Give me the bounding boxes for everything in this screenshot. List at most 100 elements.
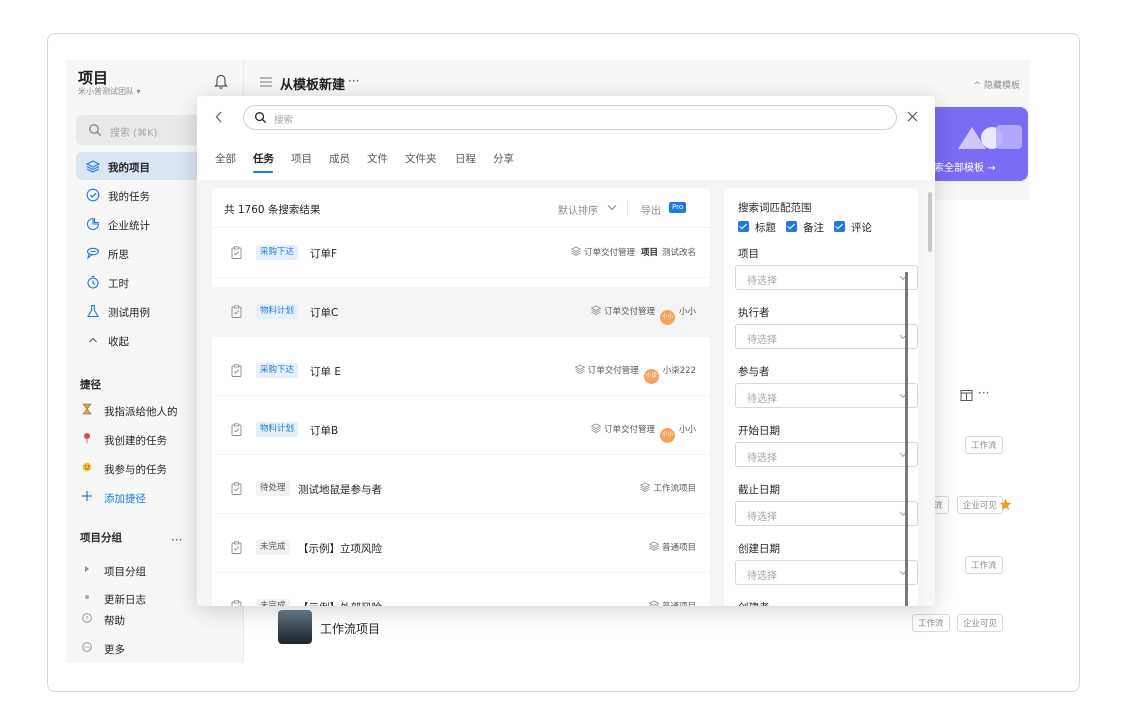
result-project: 订单交付管理	[603, 307, 655, 317]
thought-bubble-icon	[86, 247, 100, 260]
status-badge: 未完成	[256, 540, 290, 555]
more-item[interactable]: 更多	[80, 638, 240, 660]
result-title: 订单C	[310, 307, 339, 319]
scope-title-checkbox[interactable]: 标题	[738, 220, 776, 235]
tab-files[interactable]: 文件	[367, 151, 388, 166]
avatar: 小小	[659, 428, 675, 443]
tab-projects[interactable]: 项目	[291, 151, 312, 166]
scrollbar-thumb[interactable]	[928, 192, 932, 252]
sidebar-search-placeholder: 搜索 (⌘K)	[110, 128, 158, 139]
scope-comments-checkbox[interactable]: 评论	[834, 220, 872, 235]
result-row[interactable]: 待处理 测试地鼠是参与者 工作流项目	[212, 464, 710, 514]
result-row[interactable]: 采购下达 订单F 订单交付管理 项目 测试改名	[212, 228, 710, 278]
bell-icon[interactable]	[214, 74, 228, 90]
plus-icon	[82, 491, 92, 501]
all-templates-card[interactable]: 索全部模板 →	[928, 107, 1028, 181]
results-panel: 共 1760 条搜索结果 默认排序 导出 Pro 采购下达 订单F 订单交付管理 项目…	[212, 188, 710, 606]
menu-icon[interactable]	[260, 77, 272, 87]
header-more-button[interactable]: ···	[348, 74, 359, 88]
filter-label: 截止日期	[738, 484, 780, 496]
select-placeholder: 待选择	[747, 571, 777, 582]
project-tag: 企业可见	[957, 614, 1004, 632]
app: 项目 米小普测试团队 ▾ 搜索 (⌘K) 我的项目 我的任务 企业统计 所思 工…	[66, 60, 1030, 663]
help-item[interactable]: ? 帮助	[80, 609, 240, 631]
hide-templates-button[interactable]: ^ 隐藏模板	[974, 78, 1020, 91]
scope-notes-checkbox[interactable]: 备注	[786, 220, 824, 235]
modal-scrollbar[interactable]	[925, 188, 935, 606]
search-input[interactable]: 搜索	[243, 105, 897, 130]
close-icon[interactable]	[907, 111, 918, 122]
smile-icon	[82, 462, 92, 472]
result-project: 普通项目	[662, 602, 696, 606]
help-icon: ?	[82, 613, 92, 623]
result-row[interactable]: 采购下达 订单 E 订单交付管理 小柒 小柒222	[212, 346, 710, 396]
result-title: 【示例】外部风险	[298, 600, 382, 606]
board-icon[interactable]	[960, 389, 973, 402]
checkbox-icon	[786, 221, 797, 232]
select-placeholder: 待选择	[747, 335, 777, 346]
export-button[interactable]: 导出	[641, 202, 661, 217]
results-header: 共 1760 条搜索结果 默认排序 导出 Pro	[212, 188, 710, 228]
dot-icon	[85, 595, 89, 599]
status-badge: 采购下达	[256, 245, 299, 260]
filter-select[interactable]: 待选择	[735, 560, 918, 585]
filter-select[interactable]: 待选择	[735, 501, 918, 526]
group-label: 项目分组	[104, 566, 146, 578]
back-icon[interactable]	[215, 111, 223, 123]
page-title: 从模板新建	[280, 78, 346, 93]
pin-icon	[84, 433, 90, 444]
active-tab-indicator	[253, 171, 273, 173]
chevron-down-icon[interactable]	[607, 204, 617, 211]
result-row[interactable]: 未完成 【示例】外部风险 普通项目	[212, 582, 710, 606]
panel-scrollbar[interactable]	[905, 272, 908, 606]
filter-label: 开始日期	[738, 425, 780, 437]
tab-all[interactable]: 全部	[215, 151, 236, 166]
filter-label: 创建日期	[738, 543, 780, 555]
groups-more-button[interactable]: ···	[171, 533, 182, 547]
filter-label: 创建者	[738, 600, 770, 606]
project-stack-icon	[574, 364, 585, 374]
nav-label: 我的项目	[108, 162, 150, 174]
task-clipboard-icon	[231, 600, 242, 606]
checkbox-icon	[738, 221, 749, 232]
shortcut-label: 我参与的任务	[104, 464, 167, 476]
result-meta: 订单交付管理 小小 小小	[590, 423, 696, 443]
task-clipboard-icon	[231, 246, 242, 259]
tab-folders[interactable]: 文件夹	[405, 151, 437, 166]
checkbox-label: 标题	[755, 222, 776, 234]
project-name[interactable]: 工作流项目	[320, 620, 380, 637]
checkbox-label: 备注	[803, 222, 824, 234]
stopwatch-icon	[87, 275, 99, 289]
project-tag: 工作流	[912, 614, 950, 632]
filter-select[interactable]: 待选择	[735, 324, 918, 349]
chevron-up-icon	[89, 337, 97, 343]
flask-icon	[87, 304, 99, 318]
task-clipboard-icon	[231, 305, 242, 318]
filter-select[interactable]: 待选择	[735, 442, 918, 467]
tab-members[interactable]: 成员	[329, 151, 350, 166]
nav-label: 企业统计	[108, 220, 150, 232]
tab-tasks[interactable]: 任务	[253, 151, 274, 166]
team-switcher[interactable]: 米小普测试团队 ▾	[78, 86, 141, 97]
tab-schedule[interactable]: 日程	[455, 151, 476, 166]
result-row[interactable]: 物料计划 订单C 订单交付管理 小小 小小	[212, 287, 710, 337]
result-project: 订单交付管理	[583, 248, 635, 258]
result-row[interactable]: 物料计划 订单B 订单交付管理 小小 小小	[212, 405, 710, 455]
result-assignee: 小柒222	[662, 366, 696, 376]
result-keyword: 项目	[640, 248, 658, 258]
star-icon[interactable]	[999, 498, 1012, 511]
project-stack-icon	[590, 305, 601, 315]
sort-dropdown[interactable]: 默认排序	[558, 202, 598, 217]
list-more-button[interactable]: ···	[978, 386, 989, 400]
search-icon	[89, 124, 101, 136]
project-tag: 企业可见	[957, 496, 1004, 514]
filter-panel: 搜索词匹配范围 标题 备注 评论 项目 待选择 执行者 待选择 参与者 待选择 开始日期 待选…	[724, 188, 918, 606]
filter-select[interactable]: 待选择	[735, 383, 918, 408]
filter-select[interactable]: 待选择	[735, 265, 918, 290]
tab-share[interactable]: 分享	[493, 151, 514, 166]
result-assignee: 小小	[678, 307, 696, 317]
task-clipboard-icon	[231, 364, 242, 377]
result-row[interactable]: 未完成 【示例】立项风险 普通项目	[212, 523, 710, 573]
nav-label: 测试用例	[108, 307, 150, 319]
status-badge: 未完成	[256, 599, 290, 606]
